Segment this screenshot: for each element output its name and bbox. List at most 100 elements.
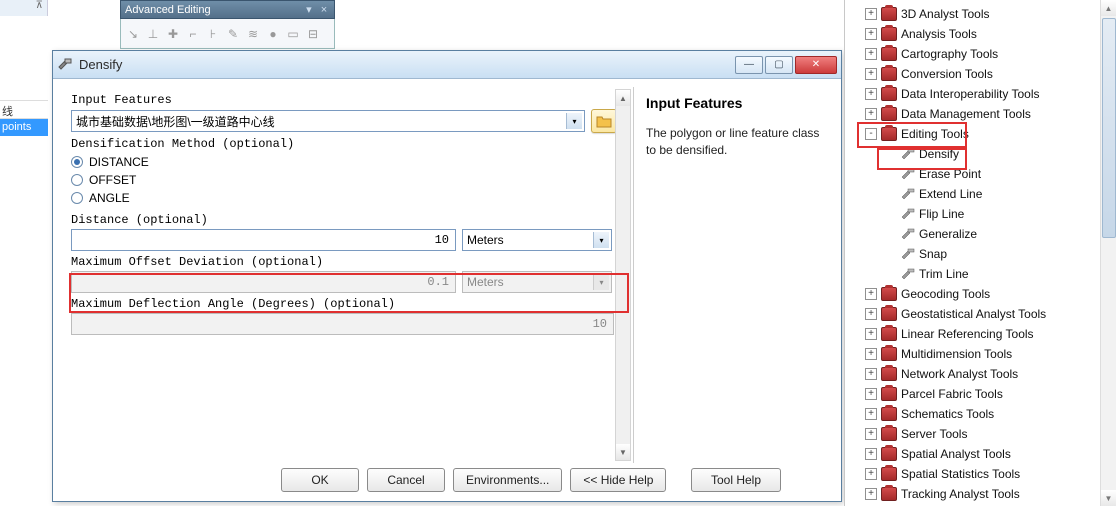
- browse-button[interactable]: [591, 109, 617, 133]
- tool-node[interactable]: Snap: [847, 244, 1116, 264]
- toolbox-icon: [881, 387, 897, 401]
- tool-node[interactable]: Extend Line: [847, 184, 1116, 204]
- tool-icon[interactable]: ⊥: [145, 26, 161, 42]
- minimize-button[interactable]: —: [735, 56, 763, 74]
- expander-icon[interactable]: +: [865, 488, 877, 500]
- expander-icon[interactable]: +: [865, 368, 877, 380]
- radio-distance[interactable]: DISTANCE: [71, 153, 617, 171]
- tool-icon[interactable]: ⌐: [185, 26, 201, 42]
- toolbox-icon: [881, 287, 897, 301]
- distance-input[interactable]: 10: [71, 229, 456, 251]
- tool-icon[interactable]: ⊟: [305, 26, 321, 42]
- scroll-down-icon[interactable]: ▼: [616, 444, 630, 460]
- toolbox-node[interactable]: +Parcel Fabric Tools: [847, 384, 1116, 404]
- scroll-up-icon[interactable]: ▲: [616, 90, 630, 106]
- expander-icon[interactable]: +: [865, 28, 877, 40]
- toolbox-node[interactable]: + Conversion Tools: [847, 64, 1116, 84]
- toolbox-node[interactable]: -Editing Tools: [847, 124, 1116, 144]
- cancel-button[interactable]: Cancel: [367, 468, 445, 492]
- toolbox-node[interactable]: +3D Analyst Tools: [847, 4, 1116, 24]
- toolbar-dropdown-icon[interactable]: ▾: [303, 3, 315, 16]
- toolbox-node[interactable]: +Schematics Tools: [847, 404, 1116, 424]
- expander-icon[interactable]: +: [865, 8, 877, 20]
- input-features-combo[interactable]: 城市基础数据\地形图\一级道路中心线 ▾: [71, 110, 585, 132]
- tree-scrollbar[interactable]: ▲ ▼: [1100, 0, 1116, 506]
- hammer-icon: [901, 267, 915, 281]
- maximize-button[interactable]: ▢: [765, 56, 793, 74]
- tool-icon[interactable]: ✎: [225, 26, 241, 42]
- chevron-down-icon[interactable]: ▾: [566, 113, 582, 129]
- expander-icon[interactable]: +: [865, 448, 877, 460]
- toolbox-node[interactable]: +Cartography Tools: [847, 44, 1116, 64]
- toolbox-node[interactable]: +Geocoding Tools: [847, 284, 1116, 304]
- toolbox-node[interactable]: +Spatial Analyst Tools: [847, 444, 1116, 464]
- hide-help-button[interactable]: << Hide Help: [570, 468, 666, 492]
- toolbox-node[interactable]: +Data Interoperability Tools: [847, 84, 1116, 104]
- offset-unit-combo: Meters ▾: [462, 271, 612, 293]
- toolbox-node[interactable]: +Tracking Analyst Tools: [847, 484, 1116, 504]
- tool-icon[interactable]: ●: [265, 26, 281, 42]
- expander-icon: [885, 248, 897, 260]
- pin-icon[interactable]: ⊼: [36, 0, 43, 11]
- expander-icon[interactable]: +: [865, 288, 877, 300]
- tool-node[interactable]: Trim Line: [847, 264, 1116, 284]
- toolbox-node[interactable]: +Spatial Statistics Tools: [847, 464, 1116, 484]
- radio-angle[interactable]: ANGLE: [71, 189, 617, 207]
- radio-offset[interactable]: OFFSET: [71, 171, 617, 189]
- tool-icon[interactable]: ✚: [165, 26, 181, 42]
- tool-icon[interactable]: ▭: [285, 26, 301, 42]
- dialog-titlebar[interactable]: Densify — ▢ ✕: [53, 51, 841, 79]
- expander-icon: [885, 148, 897, 160]
- input-features-value: 城市基础数据\地形图\一级道路中心线: [76, 113, 275, 130]
- toolbox-node[interactable]: +Server Tools: [847, 424, 1116, 444]
- tool-icon[interactable]: ⊦: [205, 26, 221, 42]
- help-panel: Input Features The polygon or line featu…: [633, 87, 841, 463]
- tool-node[interactable]: Generalize: [847, 224, 1116, 244]
- chevron-down-icon[interactable]: ▾: [593, 232, 609, 248]
- close-button[interactable]: ✕: [795, 56, 837, 74]
- tool-icon[interactable]: ≋: [245, 26, 261, 42]
- hammer-icon: [901, 187, 915, 201]
- toolbox-icon: [881, 347, 897, 361]
- toolbox-node[interactable]: +Multidimension Tools: [847, 344, 1116, 364]
- expander-icon: [885, 188, 897, 200]
- scroll-thumb[interactable]: [1102, 18, 1116, 238]
- toolbox-node[interactable]: +Analysis Tools: [847, 24, 1116, 44]
- expander-icon[interactable]: -: [865, 128, 877, 140]
- expander-icon[interactable]: +: [865, 308, 877, 320]
- expander-icon[interactable]: +: [865, 408, 877, 420]
- environments-button[interactable]: Environments...: [453, 468, 562, 492]
- expander-icon[interactable]: +: [865, 48, 877, 60]
- expander-icon[interactable]: +: [865, 328, 877, 340]
- form-scrollbar[interactable]: ▲ ▼: [615, 89, 631, 461]
- advanced-editing-buttons: ↘ ⊥ ✚ ⌐ ⊦ ✎ ≋ ● ▭ ⊟: [120, 19, 335, 49]
- expander-icon[interactable]: +: [865, 468, 877, 480]
- ok-button[interactable]: OK: [281, 468, 359, 492]
- toolbox-node[interactable]: +Data Management Tools: [847, 104, 1116, 124]
- toolbox-icon: [881, 487, 897, 501]
- toolbar-close-icon[interactable]: ×: [318, 4, 330, 16]
- scroll-down-icon[interactable]: ▼: [1101, 490, 1116, 506]
- expander-icon[interactable]: +: [865, 388, 877, 400]
- expander-icon[interactable]: +: [865, 348, 877, 360]
- tool-help-button[interactable]: Tool Help: [691, 468, 781, 492]
- toc-item[interactable]: 线: [0, 100, 48, 118]
- tree-label: 3D Analyst Tools: [901, 7, 990, 21]
- hammer-icon: [901, 247, 915, 261]
- expander-icon[interactable]: +: [865, 88, 877, 100]
- distance-unit-combo[interactable]: Meters ▾: [462, 229, 612, 251]
- scroll-up-icon[interactable]: ▲: [1101, 0, 1116, 16]
- toolbox-node[interactable]: +Linear Referencing Tools: [847, 324, 1116, 344]
- tree-label: Conversion Tools: [901, 67, 993, 81]
- tool-node[interactable]: Erase Point: [847, 164, 1116, 184]
- tool-node[interactable]: Flip Line: [847, 204, 1116, 224]
- expander-icon[interactable]: +: [865, 108, 877, 120]
- tool-icon[interactable]: ↘: [125, 26, 141, 42]
- toolbox-node[interactable]: +Network Analyst Tools: [847, 364, 1116, 384]
- expander-icon[interactable]: +: [865, 68, 877, 80]
- tool-node[interactable]: Densify: [847, 144, 1116, 164]
- expander-icon[interactable]: +: [865, 428, 877, 440]
- toc-item-selected[interactable]: points: [0, 118, 48, 136]
- advanced-editing-titlebar[interactable]: Advanced Editing ▾ ×: [120, 0, 335, 19]
- toolbox-node[interactable]: +Geostatistical Analyst Tools: [847, 304, 1116, 324]
